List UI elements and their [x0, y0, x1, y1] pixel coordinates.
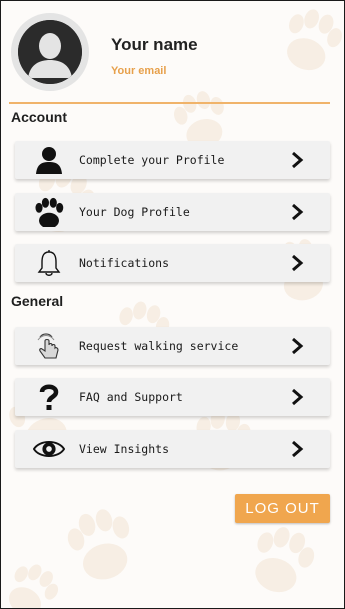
user-avatar-icon [18, 20, 82, 84]
question-mark-icon [33, 382, 65, 412]
touch-hand-icon [33, 331, 65, 361]
user-name: Your name [111, 35, 198, 54]
section-title-account: Account [11, 109, 67, 125]
header-divider [9, 102, 330, 104]
menu-item-label: View Insights [79, 442, 170, 456]
settings-screen: Your name Your email Account Complete yo… [0, 0, 345, 609]
user-silhouette-icon [33, 145, 65, 175]
menu-item-notifications[interactable]: Notifications [15, 244, 330, 282]
menu-item-faq-support[interactable]: FAQ and Support [15, 378, 330, 416]
menu-item-view-insights[interactable]: View Insights [15, 430, 330, 468]
chevron-right-icon [292, 203, 304, 221]
menu-item-request-walking[interactable]: Request walking service [15, 327, 330, 365]
eye-icon [33, 434, 65, 464]
logout-button[interactable]: LOG OUT [235, 494, 330, 523]
paw-icon [33, 197, 65, 227]
profile-header: Your name Your email [1, 1, 344, 104]
menu-item-label: Complete your Profile [79, 153, 225, 167]
bell-icon [33, 248, 65, 278]
chevron-right-icon [292, 254, 304, 272]
menu-item-complete-profile[interactable]: Complete your Profile [15, 141, 330, 179]
menu-item-label: Your Dog Profile [79, 205, 190, 219]
user-email: Your email [111, 65, 167, 77]
chevron-right-icon [292, 440, 304, 458]
menu-item-dog-profile[interactable]: Your Dog Profile [15, 193, 330, 231]
chevron-right-icon [292, 337, 304, 355]
menu-item-label: Notifications [79, 256, 170, 270]
menu-item-label: FAQ and Support [79, 390, 183, 404]
chevron-right-icon [292, 388, 304, 406]
menu-item-label: Request walking service [79, 339, 239, 353]
chevron-right-icon [292, 151, 304, 169]
section-title-general: General [11, 293, 64, 309]
avatar[interactable] [11, 13, 89, 91]
